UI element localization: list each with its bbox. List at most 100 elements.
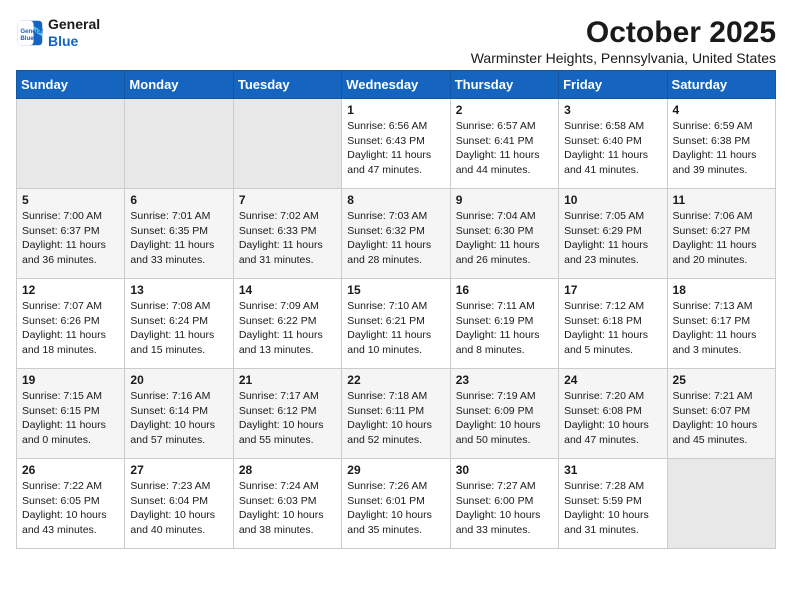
calendar-cell [233, 99, 341, 189]
calendar-subtitle: Warminster Heights, Pennsylvania, United… [471, 50, 776, 66]
day-info: Sunrise: 7:07 AMSunset: 6:26 PMDaylight:… [22, 299, 119, 358]
weekday-header-tuesday: Tuesday [233, 71, 341, 99]
calendar-cell: 4 Sunrise: 6:59 AMSunset: 6:38 PMDaylight… [667, 99, 775, 189]
day-number: 1 [347, 103, 444, 117]
day-info: Sunrise: 7:24 AMSunset: 6:03 PMDaylight:… [239, 479, 336, 538]
day-number: 24 [564, 373, 661, 387]
day-info: Sunrise: 7:01 AMSunset: 6:35 PMDaylight:… [130, 209, 227, 268]
page-header: General Blue General Blue October 2025 W… [16, 16, 776, 66]
calendar-cell: 25 Sunrise: 7:21 AMSunset: 6:07 PMDayligh… [667, 369, 775, 459]
calendar-cell: 23Sunrise: 7:19 AMSunset: 6:09 PMDayligh… [450, 369, 558, 459]
svg-text:Blue: Blue [20, 35, 34, 42]
calendar-cell: 22 Sunrise: 7:18 AMSunset: 6:11 PMDayligh… [342, 369, 450, 459]
day-info: Sunrise: 7:02 AMSunset: 6:33 PMDaylight:… [239, 209, 336, 268]
day-info: Sunrise: 7:17 AMSunset: 6:12 PMDaylight:… [239, 389, 336, 448]
day-info: Sunrise: 7:20 AMSunset: 6:08 PMDaylight:… [564, 389, 661, 448]
calendar-table: SundayMondayTuesdayWednesdayThursdayFrid… [16, 70, 776, 549]
calendar-cell: 13 Sunrise: 7:08 AMSunset: 6:24 PMDayligh… [125, 279, 233, 369]
logo: General Blue General Blue [16, 16, 100, 50]
calendar-cell: 14 Sunrise: 7:09 AMSunset: 6:22 PMDayligh… [233, 279, 341, 369]
day-info: Sunrise: 7:18 AMSunset: 6:11 PMDaylight:… [347, 389, 444, 448]
day-info: Sunrise: 7:11 AMSunset: 6:19 PMDaylight:… [456, 299, 553, 358]
calendar-cell: 26 Sunrise: 7:22 AMSunset: 6:05 PMDayligh… [17, 459, 125, 549]
day-info: Sunrise: 6:59 AMSunset: 6:38 PMDaylight:… [673, 119, 770, 178]
calendar-cell: 28 Sunrise: 7:24 AMSunset: 6:03 PMDayligh… [233, 459, 341, 549]
calendar-cell: 17 Sunrise: 7:12 AMSunset: 6:18 PMDayligh… [559, 279, 667, 369]
week-row-2: 5 Sunrise: 7:00 AMSunset: 6:37 PMDaylight… [17, 189, 776, 279]
calendar-cell: 19 Sunrise: 7:15 AMSunset: 6:15 PMDayligh… [17, 369, 125, 459]
day-number: 29 [347, 463, 444, 477]
calendar-cell: 2 Sunrise: 6:57 AMSunset: 6:41 PMDaylight… [450, 99, 558, 189]
day-number: 4 [673, 103, 770, 117]
day-number: 26 [22, 463, 119, 477]
calendar-cell [17, 99, 125, 189]
weekday-header-thursday: Thursday [450, 71, 558, 99]
day-number: 25 [673, 373, 770, 387]
calendar-cell: 31 Sunrise: 7:28 AMSunset: 5:59 PMDayligh… [559, 459, 667, 549]
day-number: 16 [456, 283, 553, 297]
calendar-cell: 29Sunrise: 7:26 AMSunset: 6:01 PMDayligh… [342, 459, 450, 549]
day-info: Sunrise: 6:56 AMSunset: 6:43 PMDaylight:… [347, 119, 444, 178]
day-number: 13 [130, 283, 227, 297]
day-number: 12 [22, 283, 119, 297]
calendar-cell: 1 Sunrise: 6:56 AMSunset: 6:43 PMDaylight… [342, 99, 450, 189]
calendar-cell: 6Sunrise: 7:01 AMSunset: 6:35 PMDaylight… [125, 189, 233, 279]
svg-text:General: General [20, 28, 43, 35]
day-info: Sunrise: 6:58 AMSunset: 6:40 PMDaylight:… [564, 119, 661, 178]
day-info: Sunrise: 7:06 AMSunset: 6:27 PMDaylight:… [673, 209, 770, 268]
day-number: 15 [347, 283, 444, 297]
day-info: Sunrise: 7:12 AMSunset: 6:18 PMDaylight:… [564, 299, 661, 358]
day-info: Sunrise: 7:21 AMSunset: 6:07 PMDaylight:… [673, 389, 770, 448]
week-row-5: 26 Sunrise: 7:22 AMSunset: 6:05 PMDayligh… [17, 459, 776, 549]
calendar-cell: 12 Sunrise: 7:07 AMSunset: 6:26 PMDayligh… [17, 279, 125, 369]
day-number: 19 [22, 373, 119, 387]
day-number: 2 [456, 103, 553, 117]
calendar-cell: 24 Sunrise: 7:20 AMSunset: 6:08 PMDayligh… [559, 369, 667, 459]
day-info: Sunrise: 7:05 AMSunset: 6:29 PMDaylight:… [564, 209, 661, 268]
calendar-cell: 10 Sunrise: 7:05 AMSunset: 6:29 PMDayligh… [559, 189, 667, 279]
weekday-header-row: SundayMondayTuesdayWednesdayThursdayFrid… [17, 71, 776, 99]
day-number: 14 [239, 283, 336, 297]
day-info: Sunrise: 7:15 AMSunset: 6:15 PMDaylight:… [22, 389, 119, 448]
day-info: Sunrise: 7:00 AMSunset: 6:37 PMDaylight:… [22, 209, 119, 268]
day-info: Sunrise: 6:57 AMSunset: 6:41 PMDaylight:… [456, 119, 553, 178]
week-row-1: 1 Sunrise: 6:56 AMSunset: 6:43 PMDaylight… [17, 99, 776, 189]
day-number: 30 [456, 463, 553, 477]
day-info: Sunrise: 7:28 AMSunset: 5:59 PMDaylight:… [564, 479, 661, 538]
calendar-cell [125, 99, 233, 189]
weekday-header-wednesday: Wednesday [342, 71, 450, 99]
calendar-cell: 11 Sunrise: 7:06 AMSunset: 6:27 PMDayligh… [667, 189, 775, 279]
day-number: 5 [22, 193, 119, 207]
calendar-cell [667, 459, 775, 549]
day-number: 28 [239, 463, 336, 477]
logo-icon: General Blue [16, 19, 44, 47]
day-number: 22 [347, 373, 444, 387]
day-number: 8 [347, 193, 444, 207]
weekday-header-sunday: Sunday [17, 71, 125, 99]
weekday-header-friday: Friday [559, 71, 667, 99]
calendar-cell: 21Sunrise: 7:17 AMSunset: 6:12 PMDayligh… [233, 369, 341, 459]
logo-text: General Blue [48, 16, 100, 50]
day-number: 17 [564, 283, 661, 297]
day-info: Sunrise: 7:16 AMSunset: 6:14 PMDaylight:… [130, 389, 227, 448]
calendar-cell: 16 Sunrise: 7:11 AMSunset: 6:19 PMDayligh… [450, 279, 558, 369]
day-number: 7 [239, 193, 336, 207]
calendar-cell: 7 Sunrise: 7:02 AMSunset: 6:33 PMDaylight… [233, 189, 341, 279]
calendar-cell: 5 Sunrise: 7:00 AMSunset: 6:37 PMDaylight… [17, 189, 125, 279]
day-number: 11 [673, 193, 770, 207]
calendar-cell: 8Sunrise: 7:03 AMSunset: 6:32 PMDaylight… [342, 189, 450, 279]
day-info: Sunrise: 7:10 AMSunset: 6:21 PMDaylight:… [347, 299, 444, 358]
calendar-cell: 18Sunrise: 7:13 AMSunset: 6:17 PMDayligh… [667, 279, 775, 369]
day-info: Sunrise: 7:08 AMSunset: 6:24 PMDaylight:… [130, 299, 227, 358]
calendar-cell: 20Sunrise: 7:16 AMSunset: 6:14 PMDayligh… [125, 369, 233, 459]
day-info: Sunrise: 7:09 AMSunset: 6:22 PMDaylight:… [239, 299, 336, 358]
day-info: Sunrise: 7:19 AMSunset: 6:09 PMDaylight:… [456, 389, 553, 448]
calendar-cell: 3Sunrise: 6:58 AMSunset: 6:40 PMDaylight… [559, 99, 667, 189]
title-block: October 2025 Warminster Heights, Pennsyl… [471, 16, 776, 66]
day-number: 18 [673, 283, 770, 297]
weekday-header-saturday: Saturday [667, 71, 775, 99]
day-number: 10 [564, 193, 661, 207]
day-number: 31 [564, 463, 661, 477]
weekday-header-monday: Monday [125, 71, 233, 99]
day-info: Sunrise: 7:22 AMSunset: 6:05 PMDaylight:… [22, 479, 119, 538]
